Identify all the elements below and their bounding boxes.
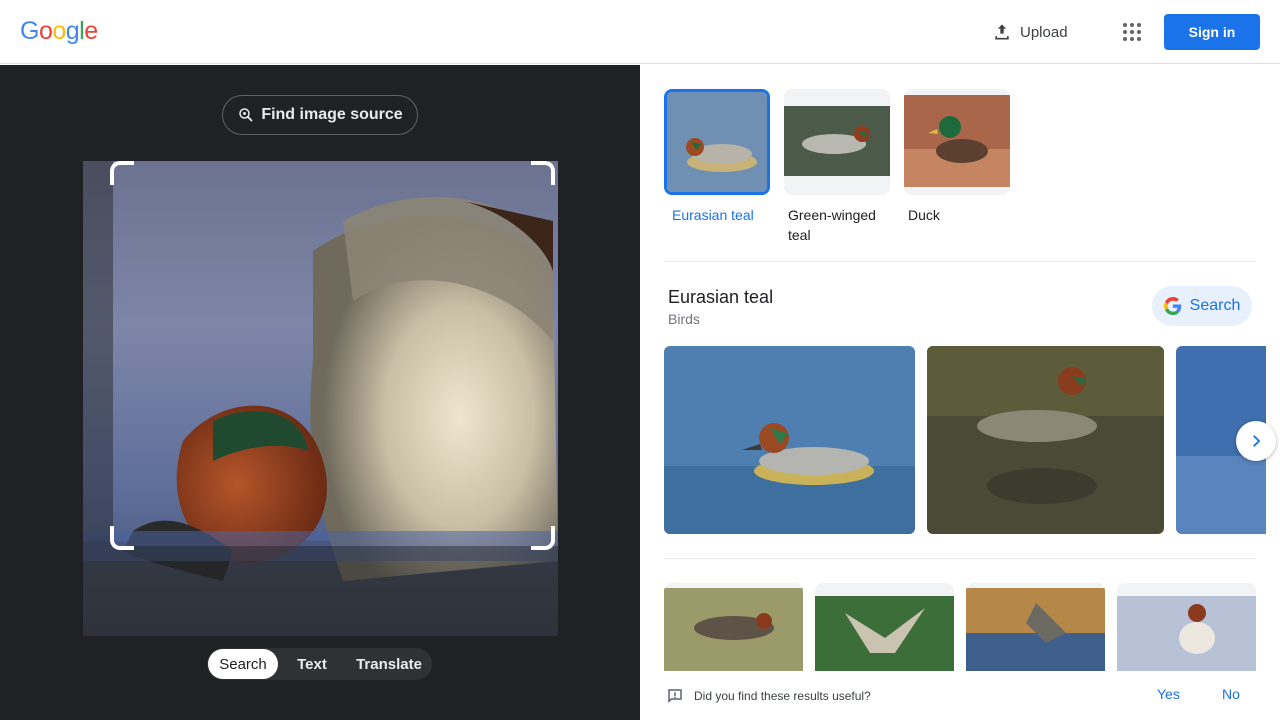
teal-swimming-image <box>664 346 915 534</box>
tab-translate[interactable]: Translate <box>346 649 432 679</box>
entity-chips: Eurasian teal Green-winged teal Duck <box>664 89 1010 245</box>
uploaded-image <box>83 161 558 636</box>
visual-match-image[interactable] <box>1117 583 1256 673</box>
crop-dim-left <box>83 161 113 636</box>
crop-handle-top-right[interactable] <box>531 161 555 185</box>
apps-grid-icon[interactable] <box>1120 20 1144 44</box>
chip-duck[interactable]: Duck <box>904 89 1010 245</box>
feedback-bar: Did you find these results useful? Yes N… <box>640 671 1280 720</box>
teal-flapping-image <box>815 583 954 673</box>
chip-label: Eurasian teal <box>672 207 754 223</box>
feedback-yes-button[interactable]: Yes <box>1157 686 1180 702</box>
logo-letter-o1: o <box>38 17 53 45</box>
gallery-next-button[interactable] <box>1236 421 1276 461</box>
teal-in-grass-image <box>664 583 803 673</box>
divider <box>664 261 1256 262</box>
upload-label: Upload <box>1020 23 1068 41</box>
gallery-image[interactable] <box>664 346 915 534</box>
chip-thumbnail <box>784 89 890 195</box>
logo-letter-e: e <box>84 17 98 45</box>
entity-subtitle: Birds <box>668 311 700 327</box>
divider <box>664 558 1256 559</box>
sign-in-button[interactable]: Sign in <box>1164 14 1260 50</box>
chip-label: Green-winged teal <box>788 207 876 243</box>
chip-eurasian-teal[interactable]: Eurasian teal <box>664 89 770 245</box>
upload-button[interactable]: Upload <box>992 20 1068 44</box>
tab-search[interactable]: Search <box>208 649 278 679</box>
crop-handle-bottom-right[interactable] <box>531 526 555 550</box>
visual-match-image[interactable] <box>815 583 954 673</box>
chip-thumbnail <box>664 89 770 195</box>
image-viewer-panel: Find image source Search Text Translate <box>0 65 640 720</box>
logo-letter-g2: g <box>65 17 80 45</box>
google-search-label: Search <box>1189 297 1241 314</box>
teal-reeds-image <box>927 346 1164 534</box>
google-search-button[interactable]: Search <box>1152 286 1252 326</box>
chip-label: Duck <box>908 207 940 223</box>
logo-letter-g: G <box>20 17 39 45</box>
teal-landing-image <box>966 583 1105 673</box>
crop-handle-top-left[interactable] <box>110 161 134 185</box>
teal-thumb-image <box>667 92 767 192</box>
feedback-icon <box>668 689 682 704</box>
entity-title: Eurasian teal <box>668 287 774 307</box>
chip-thumbnail <box>904 89 1010 195</box>
mallard-thumb-image <box>904 89 1010 195</box>
lens-mode-tabs: Search Text Translate <box>207 648 432 680</box>
crop-handle-bottom-left[interactable] <box>110 526 134 550</box>
feedback-question: Did you find these results useful? <box>694 689 871 703</box>
visual-match-image[interactable] <box>664 583 803 673</box>
green-winged-teal-thumb-image <box>784 89 890 195</box>
find-image-source-label: Find image source <box>261 106 403 123</box>
tab-text[interactable]: Text <box>278 649 346 679</box>
find-image-source-button[interactable]: Find image source <box>222 95 418 135</box>
crop-dim-bottom <box>113 546 558 636</box>
chip-green-winged-teal[interactable]: Green-winged teal <box>784 89 890 245</box>
google-g-icon <box>1163 297 1181 315</box>
chevron-right-icon <box>1253 435 1261 447</box>
results-panel: Eurasian teal Green-winged teal Duck Eur… <box>640 65 1280 720</box>
logo-letter-o2: o <box>52 17 66 45</box>
lens-search-icon <box>239 108 253 122</box>
feedback-no-button[interactable]: No <box>1222 686 1240 702</box>
top-bar: Google Upload Sign in <box>0 0 1280 64</box>
teal-standing-image <box>1117 583 1256 673</box>
google-logo[interactable]: Google <box>20 17 98 46</box>
upload-icon <box>995 24 1009 40</box>
gallery-image[interactable] <box>927 346 1164 534</box>
visual-match-image[interactable] <box>966 583 1105 673</box>
